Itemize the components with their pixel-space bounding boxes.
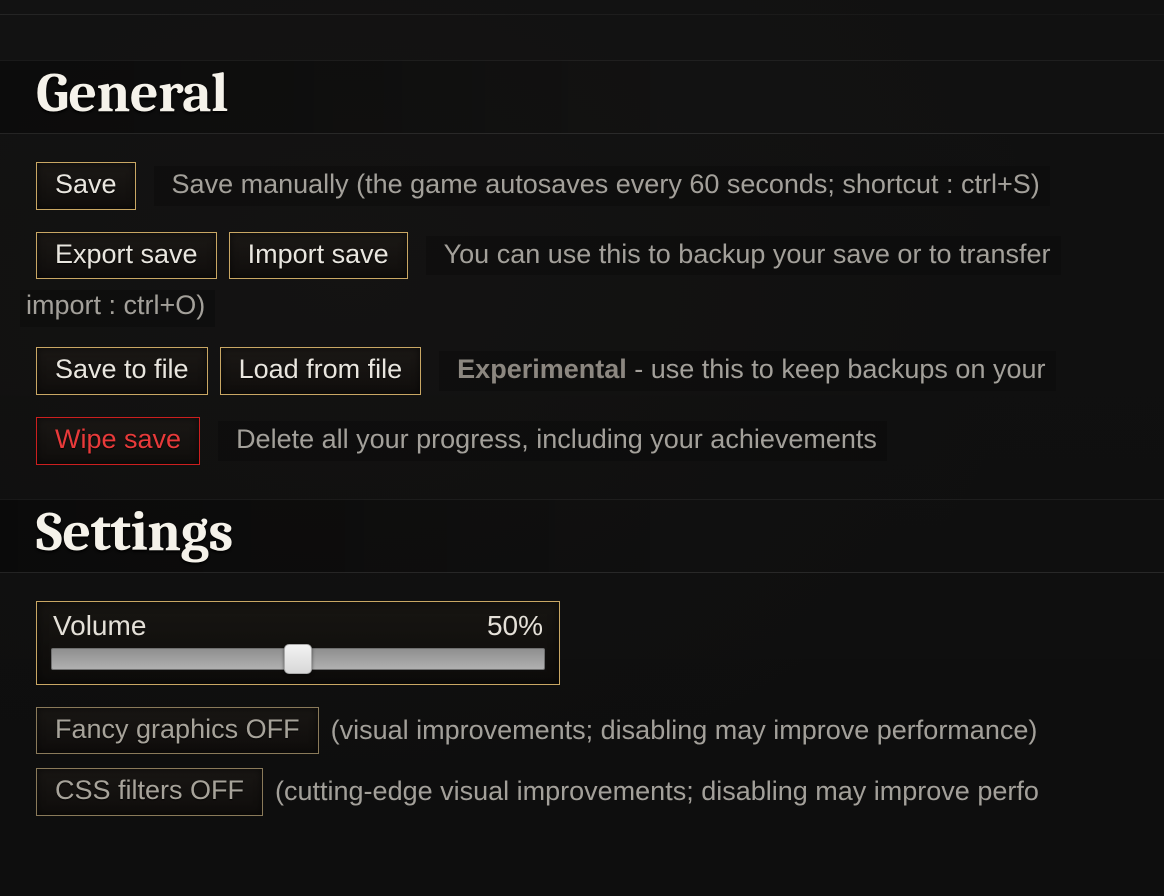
settings-heading: Settings [0, 499, 1164, 573]
save-button[interactable]: Save [36, 162, 136, 210]
save-row: Save Save manually (the game autosaves e… [36, 162, 1164, 210]
save-description: Save manually (the game autosaves every … [154, 166, 1050, 206]
settings-section: Settings Volume 50% Fancy graphics OFF (… [0, 499, 1164, 816]
wipe-save-button[interactable]: Wipe save [36, 417, 200, 465]
wipe-description: Delete all your progress, including your… [218, 421, 887, 461]
fancy-graphics-description: (visual improvements; disabling may impr… [331, 714, 1038, 748]
import-save-button[interactable]: Import save [229, 232, 408, 280]
volume-slider-head: Volume 50% [51, 610, 545, 648]
volume-label: Volume [53, 610, 146, 642]
volume-value: 50% [487, 610, 543, 642]
fancy-graphics-toggle[interactable]: Fancy graphics OFF [36, 707, 319, 755]
volume-slider[interactable] [51, 648, 545, 670]
file-io-description-rest: - use this to keep backups on your [627, 354, 1046, 384]
load-from-file-button[interactable]: Load from file [220, 347, 422, 395]
options-panel: General Save Save manually (the game aut… [0, 0, 1164, 816]
export-import-description-line2: import : ctrl+O) [20, 290, 215, 327]
file-io-description: Experimental - use this to keep backups … [439, 351, 1055, 391]
export-import-description-line1: You can use this to backup your save or … [426, 236, 1061, 276]
export-save-button[interactable]: Export save [36, 232, 217, 280]
css-filters-row: CSS filters OFF (cutting-edge visual imp… [36, 768, 1164, 816]
volume-slider-box: Volume 50% [36, 601, 560, 685]
general-heading: General [0, 60, 1164, 134]
volume-row: Volume 50% [36, 601, 1164, 685]
experimental-label: Experimental [457, 354, 627, 384]
file-io-row: Save to file Load from file Experimental… [36, 347, 1164, 395]
wipe-row: Wipe save Delete all your progress, incl… [36, 417, 1164, 465]
css-filters-toggle[interactable]: CSS filters OFF [36, 768, 263, 816]
save-to-file-button[interactable]: Save to file [36, 347, 208, 395]
export-import-row: Export save Import save You can use this… [36, 232, 1164, 280]
css-filters-description: (cutting-edge visual improvements; disab… [275, 775, 1039, 809]
volume-slider-thumb[interactable] [284, 644, 312, 674]
fancy-graphics-row: Fancy graphics OFF (visual improvements;… [36, 707, 1164, 755]
